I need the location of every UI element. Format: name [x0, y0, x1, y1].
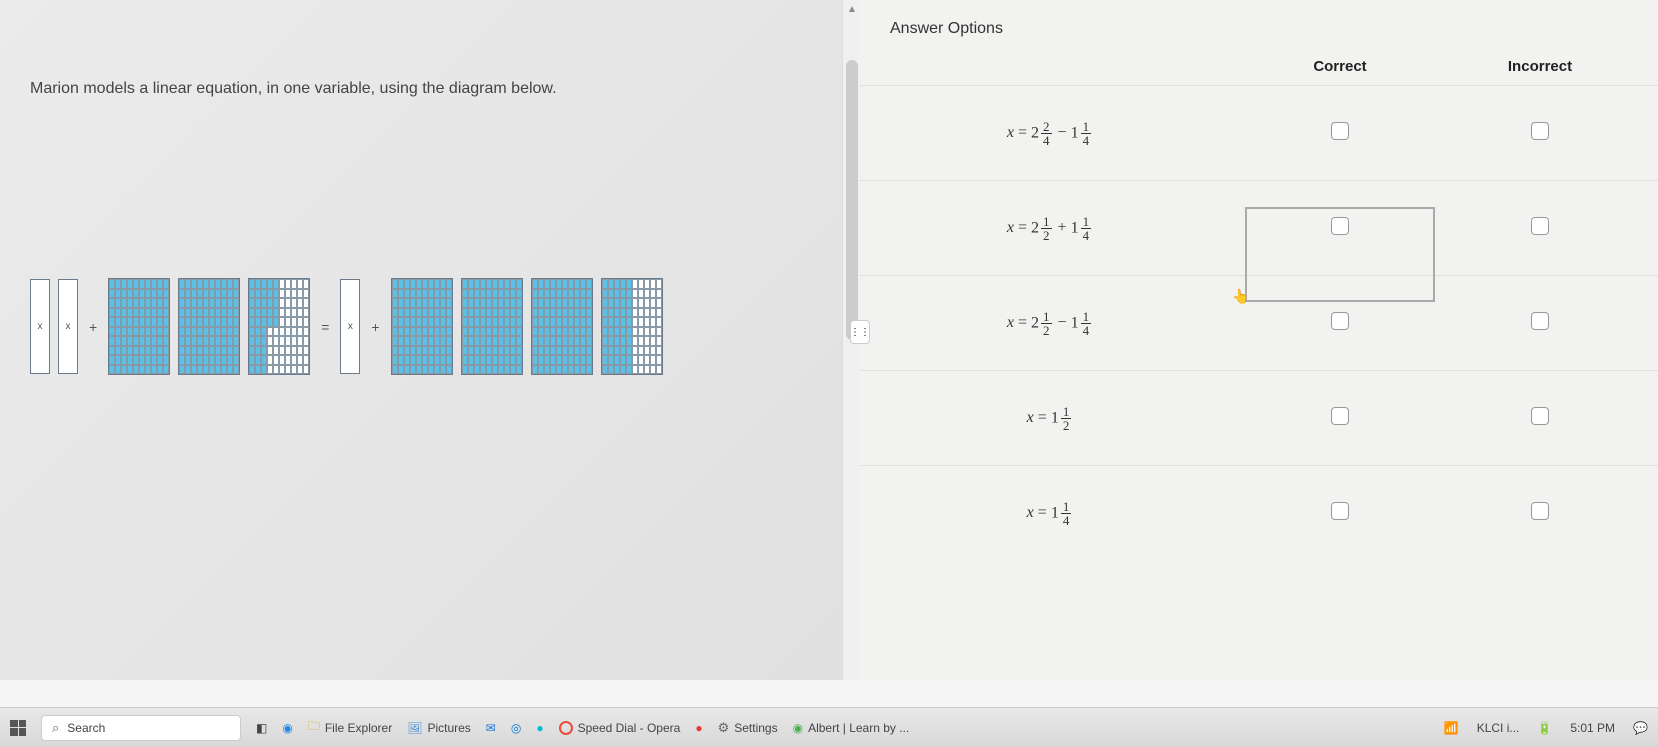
taskbar-pictures[interactable]: 🖼 Pictures	[407, 721, 471, 735]
answer-row: x = 112	[860, 370, 1658, 465]
option-equation: x = 112	[860, 390, 1240, 447]
grid-full-1	[108, 278, 170, 375]
search-box[interactable]: ⌕ Search	[41, 715, 241, 741]
grid-full-2	[178, 278, 240, 375]
answer-panel: Answer Options Correct Incorrect x = 224…	[860, 0, 1658, 680]
option-equation: x = 212 + 114	[860, 200, 1240, 257]
header-incorrect: Incorrect	[1440, 58, 1640, 75]
taskbar-app2[interactable]: ●	[695, 721, 702, 735]
taskbar-battery[interactable]: 🔋	[1537, 721, 1552, 735]
taskbar-file-explorer[interactable]: 🗀 File Explorer	[308, 717, 392, 738]
taskbar-edge2[interactable]: ◎	[511, 721, 521, 735]
grid-full-3	[391, 278, 453, 375]
grid-partial-left	[248, 278, 310, 375]
taskbar-edge[interactable]: ◉	[282, 721, 292, 735]
taskbar-klci[interactable]: KLCI i...	[1477, 721, 1520, 735]
taskbar-albert[interactable]: ◉ Albert | Learn by ...	[793, 721, 910, 735]
checkbox-correct[interactable]	[1331, 217, 1349, 235]
scroll-thumb[interactable]	[846, 60, 858, 340]
answer-row: x = 212 + 114 👆	[860, 180, 1658, 275]
tile-x: x	[340, 279, 360, 374]
answer-row: x = 224 − 114	[860, 85, 1658, 180]
taskbar-clock[interactable]: 5:01 PM	[1570, 721, 1615, 735]
grid-partial-right	[601, 278, 663, 375]
grid-full-5	[531, 278, 593, 375]
checkbox-correct[interactable]	[1331, 502, 1349, 520]
taskbar-notifications[interactable]: 💬	[1633, 721, 1648, 735]
chrome-icon: ◉	[793, 721, 803, 735]
gear-icon: ⚙	[718, 720, 730, 736]
grid-full-4	[461, 278, 523, 375]
start-button[interactable]	[10, 720, 26, 736]
checkbox-incorrect[interactable]	[1531, 122, 1549, 140]
option-equation: x = 114	[860, 485, 1240, 542]
operator-plus: +	[89, 319, 97, 335]
operator-plus: +	[371, 319, 379, 335]
checkbox-incorrect[interactable]	[1531, 217, 1549, 235]
search-icon: ⌕	[52, 720, 59, 736]
header-correct: Correct	[1240, 58, 1440, 75]
taskbar-opera[interactable]: Speed Dial - Opera	[559, 721, 681, 735]
answer-row: x = 212 − 114	[860, 275, 1658, 370]
panel-resize-handle[interactable]: ⋮⋮	[850, 320, 870, 344]
search-placeholder: Search	[67, 721, 105, 735]
checkbox-incorrect[interactable]	[1531, 312, 1549, 330]
answer-options-title: Answer Options	[860, 0, 1658, 48]
taskbar-network[interactable]: 📶	[1444, 721, 1459, 735]
taskbar-settings[interactable]: ⚙ Settings	[718, 720, 778, 736]
operator-equals: =	[321, 319, 329, 335]
option-equation: x = 212 − 114	[860, 295, 1240, 352]
equation-diagram: x x + = x +	[30, 278, 830, 375]
answer-row: x = 114	[860, 465, 1658, 560]
taskbar-task-view[interactable]: ◧	[256, 721, 267, 735]
question-prompt: Marion models a linear equation, in one …	[30, 80, 830, 98]
opera-icon	[559, 721, 573, 735]
pictures-icon: 🖼	[407, 721, 422, 735]
question-panel: Marion models a linear equation, in one …	[0, 0, 860, 680]
checkbox-correct[interactable]	[1331, 312, 1349, 330]
taskbar-mail[interactable]: ✉	[486, 721, 496, 735]
answer-table-header: Correct Incorrect	[860, 48, 1658, 85]
tile-x: x	[30, 279, 50, 374]
option-equation: x = 224 − 114	[860, 105, 1240, 162]
checkbox-incorrect[interactable]	[1531, 407, 1549, 425]
scroll-up-icon[interactable]: ▲	[847, 4, 857, 15]
checkbox-incorrect[interactable]	[1531, 502, 1549, 520]
taskbar-app[interactable]: ●	[536, 721, 543, 735]
taskbar: ⌕ Search ◧ ◉ 🗀 File Explorer 🖼 Pictures …	[0, 707, 1658, 747]
checkbox-correct[interactable]	[1331, 407, 1349, 425]
tile-x: x	[58, 279, 78, 374]
checkbox-correct[interactable]	[1331, 122, 1349, 140]
folder-icon: 🗀	[308, 717, 320, 738]
